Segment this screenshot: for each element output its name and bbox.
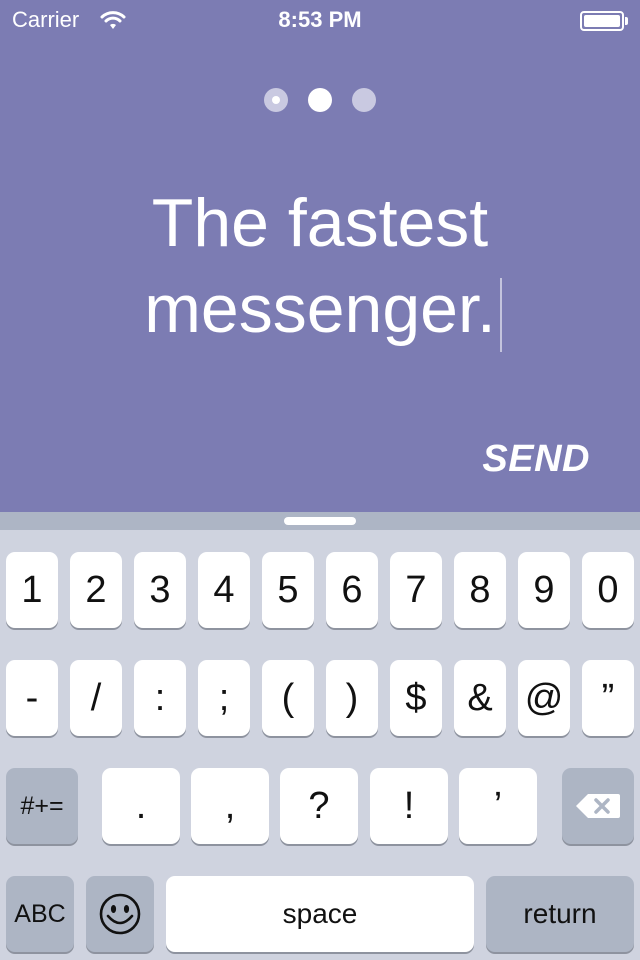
key-at[interactable]: @ bbox=[518, 660, 570, 736]
page-dot-2-active[interactable] bbox=[308, 88, 332, 112]
key-1[interactable]: 1 bbox=[6, 552, 58, 628]
key-4[interactable]: 4 bbox=[198, 552, 250, 628]
key-comma[interactable]: , bbox=[191, 768, 269, 844]
emoji-key[interactable] bbox=[86, 876, 154, 952]
backspace-icon bbox=[576, 794, 620, 818]
key-ampersand[interactable]: & bbox=[454, 660, 506, 736]
key-question[interactable]: ? bbox=[280, 768, 358, 844]
headline-line-1: The fastest bbox=[151, 185, 489, 261]
text-cursor bbox=[499, 278, 502, 352]
key-close-paren[interactable]: ) bbox=[326, 660, 378, 736]
headline-line-2: messenger. bbox=[144, 271, 496, 347]
page-indicator[interactable] bbox=[0, 88, 640, 112]
key-hyphen[interactable]: - bbox=[6, 660, 58, 736]
key-2[interactable]: 2 bbox=[70, 552, 122, 628]
key-0[interactable]: 0 bbox=[582, 552, 634, 628]
key-slash[interactable]: / bbox=[70, 660, 122, 736]
space-key[interactable]: space bbox=[166, 876, 474, 952]
key-quote[interactable]: ” bbox=[582, 660, 634, 736]
battery-icon bbox=[580, 11, 628, 31]
key-8[interactable]: 8 bbox=[454, 552, 506, 628]
key-period[interactable]: . bbox=[102, 768, 180, 844]
page-dot-1[interactable] bbox=[264, 88, 288, 112]
keyboard: 1 2 3 4 5 6 7 8 9 0 - / : ; ( ) $ & @ ” … bbox=[0, 512, 640, 960]
headline-input[interactable]: The fastest messenger. bbox=[0, 180, 640, 352]
key-abc[interactable]: ABC bbox=[6, 876, 74, 952]
keyboard-grabber[interactable] bbox=[284, 517, 356, 525]
key-5[interactable]: 5 bbox=[262, 552, 314, 628]
page-dot-3[interactable] bbox=[352, 88, 376, 112]
send-button[interactable]: SEND bbox=[482, 438, 590, 481]
delete-key[interactable] bbox=[562, 768, 634, 844]
key-dollar[interactable]: $ bbox=[390, 660, 442, 736]
status-bar: Carrier 8:53 PM bbox=[0, 0, 640, 40]
key-open-paren[interactable]: ( bbox=[262, 660, 314, 736]
key-3[interactable]: 3 bbox=[134, 552, 186, 628]
key-more-symbols[interactable]: #+= bbox=[6, 768, 78, 844]
clock: 8:53 PM bbox=[278, 7, 362, 32]
key-apostrophe[interactable]: ’ bbox=[459, 768, 537, 844]
emoji-icon bbox=[99, 893, 141, 935]
key-9[interactable]: 9 bbox=[518, 552, 570, 628]
key-colon[interactable]: : bbox=[134, 660, 186, 736]
key-7[interactable]: 7 bbox=[390, 552, 442, 628]
key-semicolon[interactable]: ; bbox=[198, 660, 250, 736]
key-6[interactable]: 6 bbox=[326, 552, 378, 628]
return-key[interactable]: return bbox=[486, 876, 634, 952]
keyboard-top-bar bbox=[0, 512, 640, 530]
key-exclamation[interactable]: ! bbox=[370, 768, 448, 844]
